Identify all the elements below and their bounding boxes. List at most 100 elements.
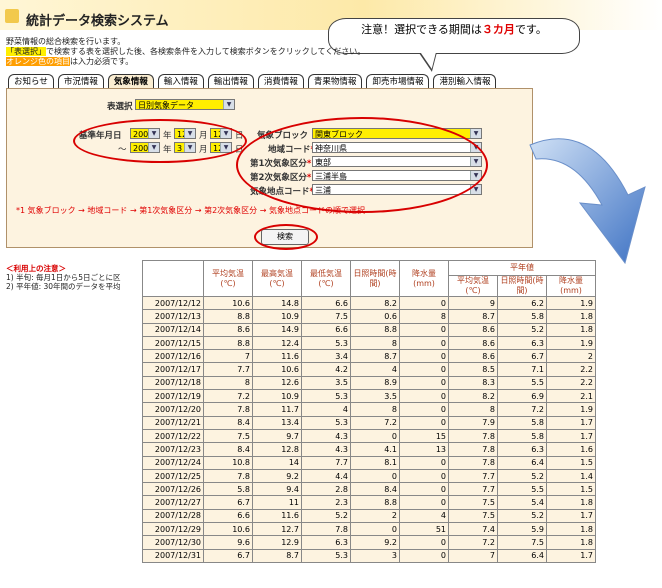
tab-market[interactable]: 市況情報	[57, 74, 104, 89]
row-value: 1.9	[546, 402, 596, 417]
table-group-header: 平年値	[448, 260, 596, 276]
row-value: 4.4	[301, 468, 351, 484]
title-logo-icon	[5, 9, 19, 23]
table-row: 2007/12/18 8 12.6 3.5 8.9 0 8.3 5.5 2.2	[142, 375, 596, 391]
table-row: 2007/12/17 7.7 10.6 4.2 4 0 8.5 7.1 2.2	[142, 362, 596, 377]
row-value: 7.9	[448, 415, 498, 430]
row-value: 8.4	[203, 415, 253, 430]
row-value: 14.8	[252, 295, 302, 311]
row-value: 1.8	[546, 522, 596, 537]
row-value: 0	[350, 468, 400, 484]
row-value: 1.8	[546, 322, 596, 337]
row-value: 10.9	[252, 389, 302, 404]
row-value: 6.3	[497, 442, 547, 457]
row-value: 2	[350, 508, 400, 524]
tab-wholesale[interactable]: 卸売市場情報	[366, 74, 430, 89]
row-value: 2	[546, 349, 596, 364]
row-value: 0	[399, 548, 449, 563]
row-value: 1.7	[546, 548, 596, 563]
row-value: 3	[350, 548, 400, 563]
table-body: 2007/12/12 10.6 14.8 6.6 8.2 0 9 6.2 1.9 2007/12/…	[142, 295, 596, 563]
row-value: 7	[448, 548, 498, 563]
row-value: 0	[399, 482, 449, 497]
row-value: 1.8	[546, 309, 596, 324]
table-select[interactable]: 日別気象データ ▼	[135, 99, 235, 110]
row-value: 11.6	[252, 508, 302, 524]
row-value: 7.2	[497, 402, 547, 417]
row-value: 8.8	[350, 322, 400, 337]
usage-notes-heading: ＜利用上の注意＞	[6, 264, 66, 273]
row-value: 1.8	[546, 535, 596, 550]
tab-bar: お知らせ 市況情報 気象情報 輸入情報 輸出情報 消費情報 青果物情報 卸売市場…	[8, 74, 500, 89]
row-date: 2007/12/21	[142, 415, 204, 430]
row-date: 2007/12/20	[142, 402, 204, 417]
row-date: 2007/12/12	[142, 295, 204, 311]
row-value: 7.8	[203, 402, 253, 417]
date-range-highlight	[73, 119, 247, 163]
tab-weather[interactable]: 気象情報	[107, 74, 154, 89]
page-title: 統計データ検索システム	[26, 14, 169, 29]
tab-produce[interactable]: 青果物情報	[307, 74, 363, 89]
row-value: 4.2	[301, 362, 351, 377]
row-value: 0	[350, 522, 400, 537]
tab-import[interactable]: 輸入情報	[157, 74, 204, 89]
chevron-down-icon: ▼	[223, 100, 234, 109]
row-value: 12.9	[252, 535, 302, 550]
row-value: 7.2	[448, 535, 498, 550]
row-value: 11	[252, 495, 302, 510]
row-value: 6.7	[203, 495, 253, 510]
row-value: 8.2	[448, 389, 498, 404]
row-value: 7	[203, 349, 253, 364]
row-value: 6.3	[301, 535, 351, 550]
callout-prefix: 注意！選択できる期間は	[361, 23, 482, 36]
row-value: 7.7	[301, 455, 351, 470]
row-value: 2.3	[301, 495, 351, 510]
row-date: 2007/12/31	[142, 548, 204, 563]
intro-line-3-text: は入力必須です。	[70, 57, 134, 66]
row-value: 7.5	[203, 428, 253, 444]
row-value: 1.9	[546, 335, 596, 351]
row-date: 2007/12/16	[142, 349, 204, 364]
tab-notice[interactable]: お知らせ	[8, 74, 54, 89]
row-value: 10.6	[252, 362, 302, 377]
table-header: 最低気温(℃)	[301, 260, 351, 297]
weather-data-table: 平均気温(℃) 最高気温(℃) 最低気温(℃) 日照時間(時間) 降水量(mm)…	[142, 260, 596, 563]
row-value: 1.5	[546, 482, 596, 497]
tab-export[interactable]: 輸出情報	[207, 74, 254, 89]
callout-bubble: 注意！選択できる期間は３カ月です。	[328, 18, 580, 54]
row-value: 5.2	[301, 508, 351, 524]
row-value: 12.6	[252, 375, 302, 391]
row-value: 4.1	[350, 442, 400, 457]
row-value: 1.7	[546, 428, 596, 444]
table-row: 2007/12/28 6.6 11.6 5.2 2 4 7.5 5.2 1.7	[142, 508, 596, 524]
row-value: 6.2	[497, 295, 547, 311]
tab-port-import[interactable]: 港別輸入情報	[433, 74, 497, 89]
row-value: 9.6	[203, 535, 253, 550]
row-value: 10.6	[203, 522, 253, 537]
table-row: 2007/12/30 9.6 12.9 6.3 9.2 0 7.2 7.5 1.8	[142, 535, 596, 550]
row-value: 11.6	[252, 349, 302, 364]
table-header: 日照時間(時間)	[497, 275, 547, 297]
weather-cascade-highlight	[236, 117, 488, 213]
tab-consumption[interactable]: 消費情報	[257, 74, 304, 89]
callout-highlight: ３カ月	[481, 23, 515, 36]
row-value: 8	[350, 402, 400, 417]
row-value: 4.3	[301, 428, 351, 444]
row-value: 8.5	[448, 362, 498, 377]
row-date: 2007/12/24	[142, 455, 204, 470]
row-value: 0	[399, 375, 449, 391]
row-value: 6.3	[497, 335, 547, 351]
table-row: 2007/12/23 8.4 12.8 4.3 4.1 13 7.8 6.3 1.6	[142, 442, 596, 457]
row-date: 2007/12/14	[142, 322, 204, 337]
row-value: 9.4	[252, 482, 302, 497]
row-value: 7.8	[203, 468, 253, 484]
row-value: 7.5	[448, 508, 498, 524]
row-value: 4.3	[301, 442, 351, 457]
row-value: 8.8	[203, 309, 253, 324]
row-date: 2007/12/17	[142, 362, 204, 377]
table-row: 2007/12/26 5.8 9.4 2.8 8.4 0 7.7 5.5 1.5	[142, 482, 596, 497]
row-date: 2007/12/13	[142, 309, 204, 324]
row-value: 12.7	[252, 522, 302, 537]
row-value: 3.5	[350, 389, 400, 404]
row-value: 5.8	[203, 482, 253, 497]
